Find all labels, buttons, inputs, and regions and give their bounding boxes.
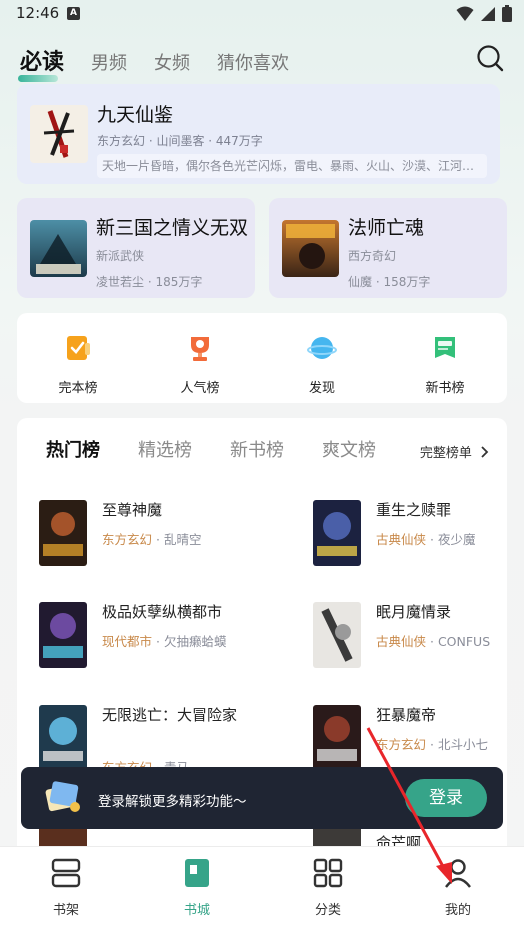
nav-bookstore[interactable]: 书城 [167, 857, 227, 918]
nav-label: 书城 [183, 903, 210, 918]
book-meta: 仙魔 · 158万字 [348, 275, 431, 289]
book-author: 乱晴空 [163, 532, 202, 547]
book-meta: 东方玄幻 · 乱晴空 [102, 532, 202, 547]
battery-icon [502, 5, 512, 22]
nav-profile[interactable]: 我的 [428, 857, 488, 918]
book-meta: 东方玄幻 · 北斗小七 [376, 737, 488, 752]
planet-icon [307, 337, 337, 359]
book-meta: 古典仙侠 · CONFUS [376, 634, 491, 649]
nav-label: 分类 [314, 903, 341, 918]
status-bar: 12:46 A [0, 0, 524, 30]
bookstore-icon [185, 859, 209, 887]
full-ranking-link[interactable]: 完整榜单 [420, 442, 489, 461]
new-flag-icon [435, 337, 455, 358]
clipboard-check-icon [67, 336, 90, 360]
featured-title: 九天仙鉴 [97, 104, 174, 126]
featured-meta: 东方玄幻 · 山间墨客 · 447万字 [97, 134, 263, 148]
bottom-nav: 书架 书城 分类 我的 [0, 846, 524, 932]
book-title: 重生之赎罪 [376, 501, 452, 519]
tab-hot[interactable]: 热门榜 [38, 436, 100, 467]
quick-item-new[interactable]: 新书榜 [405, 333, 485, 396]
wifi-icon [456, 6, 474, 21]
tab-guess-you-like[interactable]: 猜你喜欢 [217, 49, 289, 75]
book-genre: 西方奇幻 [348, 249, 397, 263]
list-item[interactable]: 狂暴魔帝 东方玄幻 · 北斗小七 [313, 705, 524, 771]
status-time: 12:46 [16, 4, 60, 22]
list-item[interactable]: 至尊神魔 东方玄幻 · 乱晴空 [39, 500, 269, 566]
book-title: 无限逃亡：大冒险家 [102, 706, 238, 724]
quick-item-finished[interactable]: 完本榜 [38, 333, 118, 396]
list-item[interactable]: 极品妖孽纵横都市 现代都市 · 欠抽癞蛤蟆 [39, 602, 269, 668]
tab-female[interactable]: 女频 [154, 49, 190, 75]
tab-cool[interactable]: 爽文榜 [322, 436, 376, 462]
book-category: 东方玄幻 [376, 737, 427, 752]
trophy-icon [191, 337, 209, 361]
tab-new-books[interactable]: 新书榜 [230, 436, 284, 462]
category-grid-icon [313, 858, 343, 888]
tab-selected[interactable]: 精选榜 [138, 436, 192, 462]
tab-must-read[interactable]: 必读 [17, 44, 64, 82]
quick-item-label: 人气榜 [180, 381, 220, 396]
book-title: 新三国之情义无双 [96, 217, 249, 239]
list-item[interactable]: 无限逃亡：大冒险家 东方玄幻 · 青马 [39, 705, 269, 775]
book-cover [313, 602, 361, 668]
login-prompt: 登录解锁更多精彩功能～ [98, 794, 247, 810]
book-category: 古典仙侠 [376, 634, 427, 649]
book-title: 法师亡魂 [348, 217, 425, 239]
search-icon[interactable] [476, 44, 504, 72]
book-author: 欠抽癞蛤蟆 [163, 634, 227, 649]
book-author: CONFUS [437, 634, 491, 649]
book-genre: 新派武侠 [96, 249, 145, 263]
nav-label: 书架 [52, 903, 79, 918]
nav-label: 我的 [444, 903, 471, 918]
profile-icon [445, 859, 471, 888]
login-banner[interactable]: 登录解锁更多精彩功能～ 登录 [21, 767, 503, 829]
nav-bookshelf[interactable]: 书架 [36, 857, 96, 918]
book-title: 狂暴魔帝 [376, 706, 437, 724]
book-author: 北斗小七 [437, 737, 488, 752]
quick-item-label: 新书榜 [425, 381, 465, 396]
book-title: 至尊神魔 [102, 501, 163, 519]
book-card[interactable]: 法师亡魂 西方奇幻 仙魔 · 158万字 [269, 198, 507, 298]
quick-item-label: 发现 [308, 381, 335, 396]
book-author: 夜少魔 [437, 532, 476, 547]
chevron-right-icon [481, 446, 489, 458]
book-meta: 凌世若尘 · 185万字 [96, 275, 203, 289]
nav-category[interactable]: 分类 [298, 857, 358, 918]
status-icons [456, 5, 512, 22]
book-meta: 现代都市 · 欠抽癞蛤蟆 [102, 634, 227, 649]
gift-book-icon [45, 781, 80, 812]
book-cover [282, 220, 339, 277]
book-cover [313, 705, 361, 771]
featured-book-card[interactable]: 九天仙鉴 东方玄幻 · 山间墨客 · 447万字 天地一片昏暗，偶尔各色光芒闪烁… [17, 84, 500, 184]
quick-item-discover[interactable]: 发现 [282, 333, 362, 396]
book-card[interactable]: 新三国之情义无双 新派武侠 凌世若尘 · 185万字 [17, 198, 255, 298]
book-meta: 古典仙侠 · 夜少魔 [376, 532, 476, 547]
book-category: 古典仙侠 [376, 532, 427, 547]
book-cover [39, 500, 87, 566]
book-cover [30, 105, 88, 163]
quick-item-popular[interactable]: 人气榜 [160, 333, 240, 396]
signal-icon [481, 6, 495, 21]
book-category: 现代都市 [102, 634, 153, 649]
notification-icon: A [67, 7, 80, 20]
list-item[interactable]: 眠月魔情录 古典仙侠 · CONFUS [313, 602, 524, 668]
top-tabs: 必读 男频 女频 猜你喜欢 [17, 44, 316, 82]
quick-entries: 完本榜 人气榜 发现 新书榜 [17, 313, 507, 403]
list-item[interactable]: 重生之赎罪 古典仙侠 · 夜少魔 [313, 500, 524, 566]
book-cover [39, 705, 87, 771]
book-cover [39, 602, 87, 668]
bookshelf-icon [51, 858, 81, 888]
book-title: 眠月魔情录 [376, 603, 452, 621]
featured-description: 天地一片昏暗，偶尔各色光芒闪烁，雷电、暴雨、火山、沙漠、江河… [97, 154, 487, 178]
book-title: 极品妖孽纵横都市 [102, 603, 223, 621]
tab-male[interactable]: 男频 [91, 49, 127, 75]
full-ranking-label: 完整榜单 [419, 446, 472, 461]
book-cover [313, 500, 361, 566]
book-category: 东方玄幻 [102, 532, 153, 547]
book-cover [30, 220, 87, 277]
login-button[interactable]: 登录 [405, 779, 487, 817]
quick-item-label: 完本榜 [58, 381, 98, 396]
ranking-tabs: 热门榜 精选榜 新书榜 爽文榜 [38, 436, 414, 467]
